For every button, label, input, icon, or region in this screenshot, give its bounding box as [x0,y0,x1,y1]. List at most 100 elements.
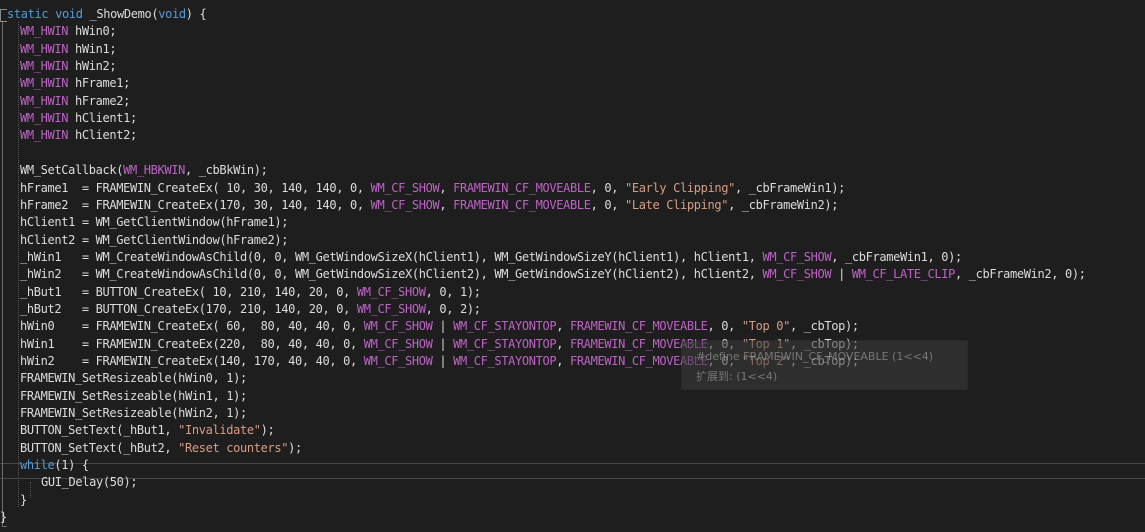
code-token: WM_HWIN [20,111,69,126]
code-token: | [432,319,454,334]
code-token: _hWin1 = WM_CreateWindowAsChild(0, 0, WM… [20,249,763,264]
code-token: WM_HWIN [20,93,69,108]
code-token: , [556,354,570,368]
code-token: ); [288,440,302,455]
code-token: WM_CF_STAYONTOP [453,319,557,334]
code-token: hWin2; [68,59,117,74]
code-token: } [0,510,7,525]
code-token: | [831,267,852,282]
code-token: , [439,197,454,212]
code-token: , [556,336,570,351]
code-line[interactable] [7,145,20,162]
code-token: WM_CF_SHOW [356,284,426,299]
code-token: WM_CF_SHOW [370,197,440,212]
code-token: BUTTON_SetText(_hBut2, [20,440,179,455]
code-token: WM_CF_SHOW [762,249,832,264]
code-token: , _cbFrameWin1); [734,180,845,195]
code-line[interactable]: while(1) { [7,457,89,474]
code-line[interactable]: FRAMEWIN_SetResizeable(hWin1, 1); [7,388,247,405]
code-token: hWin1; [68,41,117,56]
code-token: WM_CF_SHOW [363,319,433,334]
code-token: _hBut2 = BUTTON_CreateEx(170, 210, 140, … [20,301,357,316]
code-token: , 0, [707,319,742,334]
code-line[interactable]: BUTTON_SetText(_hBut1, "Invalidate"); [7,422,275,439]
code-token: , _cbBkWin); [185,163,268,178]
code-line[interactable]: WM_HWIN hWin2; [7,58,117,75]
code-line[interactable]: _hBut2 = BUTTON_CreateEx(170, 210, 140, … [7,301,481,318]
code-token: , 0, 1); [425,284,481,299]
tooltip-definition: #define FRAMEWIN_CF_MOVEABLE (1<<4) [696,350,934,363]
code-token: , 0, [590,197,625,212]
code-token: _ShowDemo( [89,7,159,21]
code-line[interactable]: hClient2 = WM_GetClientWindow(hFrame2); [7,232,288,249]
code-line[interactable]: } [0,509,7,526]
code-line[interactable]: hWin0 = FRAMEWIN_CreateEx( 60, 80, 40, 4… [7,318,859,335]
code-line[interactable]: GUI_Delay(50); [7,474,138,491]
code-token: WM_HWIN [20,128,69,143]
code-token: ) { [185,7,207,21]
code-line[interactable]: WM_HWIN hFrame2; [7,93,130,110]
code-token: WM_CF_STAYONTOP [453,354,557,368]
code-token: "Early Clipping" [624,180,735,195]
code-token: hWin1 = FRAMEWIN_CreateEx(220, 80, 40, 4… [20,336,364,351]
collapse-icon[interactable] [0,9,7,22]
code-line[interactable]: _hWin1 = WM_CreateWindowAsChild(0, 0, WM… [7,249,962,266]
code-token: _hWin2 = WM_CreateWindowAsChild(0, 0, WM… [20,267,763,282]
current-line-highlight [0,463,1145,479]
code-token: WM_HWIN [20,41,69,56]
code-token: FRAMEWIN_SetResizeable(hWin0, 1); [20,371,247,386]
code-token: "Invalidate" [178,423,261,438]
fold-region-end [2,526,7,527]
code-line[interactable]: WM_HWIN hClient2; [7,127,137,144]
code-token: WM_CF_SHOW [363,354,433,368]
quick-info-tooltip: #define FRAMEWIN_CF_MOVEABLE (1<<4) 扩展到:… [682,341,967,389]
code-token: hClient2; [68,128,137,143]
code-token: "Late Clipping" [624,197,729,212]
code-line[interactable]: FRAMEWIN_SetResizeable(hWin2, 1); [7,405,247,422]
code-line[interactable]: hFrame2 = FRAMEWIN_CreateEx(170, 30, 140… [7,197,838,214]
code-line[interactable]: } [7,492,27,509]
code-token: void [158,7,186,21]
code-token: hClient1 = WM_GetClientWindow(hFrame1); [20,215,289,230]
code-token: WM_CF_LATE_CLIP [851,267,955,282]
code-token: hFrame1 = FRAMEWIN_CreateEx( 10, 30, 140… [20,180,371,195]
code-token: hWin2 = FRAMEWIN_CreateEx(140, 170, 40, … [20,354,364,368]
code-token: FRAMEWIN_CF_MOVEABLE [569,319,708,334]
code-line[interactable]: BUTTON_SetText(_hBut2, "Reset counters")… [7,440,302,457]
code-token: WM_HWIN [20,24,69,39]
code-token: FRAMEWIN_SetResizeable(hWin1, 1); [20,388,247,403]
code-token: WM_HWIN [20,76,69,91]
code-token: hClient1; [68,111,137,126]
code-line[interactable]: hFrame1 = FRAMEWIN_CreateEx( 10, 30, 140… [7,180,845,197]
code-token: hWin0; [68,24,117,39]
code-token: while [20,458,55,473]
code-token: FRAMEWIN_SetResizeable(hWin2, 1); [20,406,247,421]
code-token: hFrame1; [68,76,130,91]
code-line[interactable]: WM_HWIN hClient1; [7,110,137,127]
code-line[interactable]: WM_HWIN hWin0; [7,23,117,40]
code-line[interactable]: static void _ShowDemo(void) { [7,6,207,23]
code-line[interactable]: WM_HWIN hFrame1; [7,75,130,92]
code-line[interactable]: WM_SetCallback(WM_HBKWIN, _cbBkWin); [7,162,268,179]
code-line[interactable]: WM_HWIN hWin1; [7,41,117,58]
code-token: , _cbTop); [789,319,859,334]
code-token: hClient2 = WM_GetClientWindow(hFrame2); [20,232,289,247]
code-token: _hBut1 = BUTTON_CreateEx( 10, 210, 140, … [20,284,357,299]
code-token: "Top 0" [741,319,790,334]
code-token: , _cbFrameWin2, 0); [954,267,1086,282]
code-token: WM_HWIN [20,59,69,74]
code-token: GUI_Delay(50); [41,475,138,490]
code-line[interactable]: _hBut1 = BUTTON_CreateEx( 10, 210, 140, … [7,284,481,301]
tooltip-expansion: 扩展到: (1<<4) [696,370,778,383]
code-token: FRAMEWIN_CF_MOVEABLE [453,197,591,212]
code-token: hFrame2 = FRAMEWIN_CreateEx(170, 30, 140… [20,197,371,212]
code-line[interactable]: hClient1 = WM_GetClientWindow(hFrame1); [7,214,288,231]
code-token: WM_CF_SHOW [356,301,426,316]
code-token: ); [260,423,275,438]
code-token: WM_CF_STAYONTOP [453,336,557,351]
code-editor[interactable]: static void _ShowDemo(void) {WM_HWIN hWi… [0,0,1145,532]
code-token: , [556,319,570,334]
code-line[interactable]: FRAMEWIN_SetResizeable(hWin0, 1); [7,370,247,387]
code-token: | [432,354,454,368]
code-line[interactable]: _hWin2 = WM_CreateWindowAsChild(0, 0, WM… [7,266,1086,283]
